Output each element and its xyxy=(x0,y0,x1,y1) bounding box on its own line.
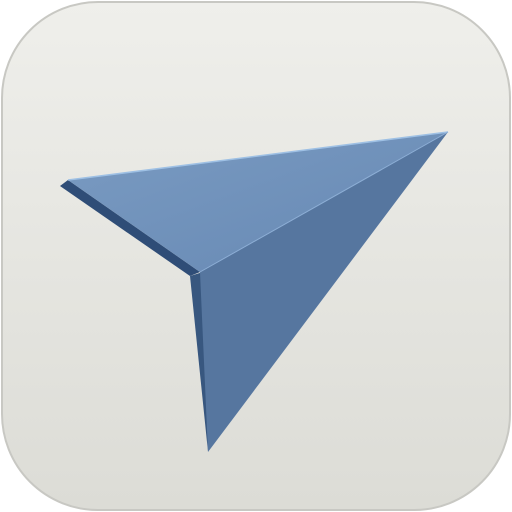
app-icon[interactable] xyxy=(0,0,512,512)
app-icon-canvas xyxy=(0,0,512,512)
